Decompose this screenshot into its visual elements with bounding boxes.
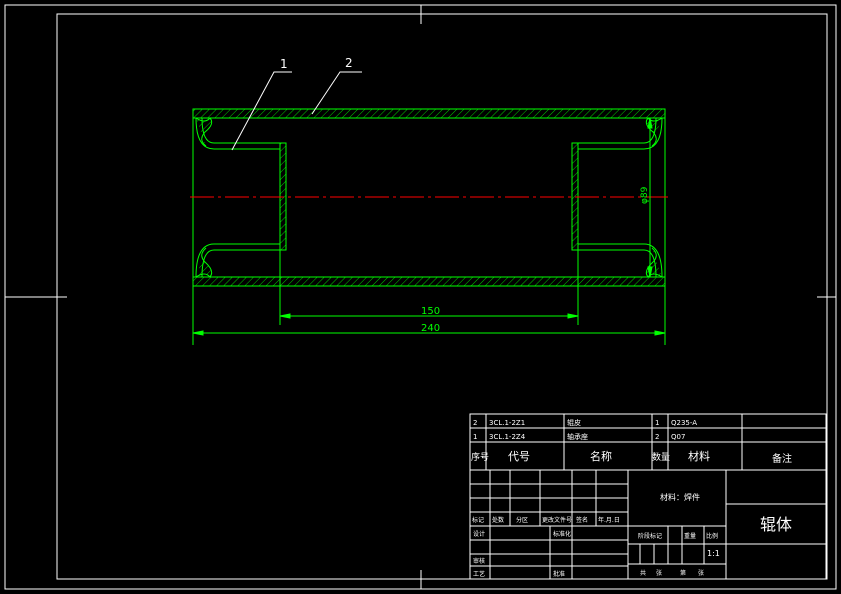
bom-row1-name: 辊皮 [567,418,581,427]
tb-sign: 签名 [576,516,588,524]
bom-header-name: 名称 [590,449,612,463]
tb-ratio: 比例 [706,532,718,540]
bom-row1-qty: 1 [655,419,659,427]
tb-zone: 分区 [516,516,528,524]
bom-header-material: 材料 [688,449,710,463]
bom-row2-code: 3CL.1-2Z4 [489,433,526,441]
bom-header-no: 序号 [471,451,489,463]
callout-2: 2 [345,56,353,70]
tb-standard: 标准化 [553,530,571,538]
bom-row1-no: 2 [473,419,477,427]
tb-material-note: 材料：焊件 [660,492,700,502]
tb-review: 审核 [473,557,485,565]
callout-1: 1 [280,57,288,71]
tb-mark: 标记 [472,516,484,524]
tb-count: 处数 [492,516,504,524]
bom-row1-code: 3CL.1-2Z1 [489,419,525,427]
dim-inner-150: 150 [421,306,440,317]
dim-overall-240: 240 [421,323,440,334]
tb-sheet-no: 第 [680,569,686,577]
bom-row2-name: 轴承座 [567,432,588,441]
bom-row2-no: 1 [473,433,477,441]
tb-approve: 批准 [553,570,565,578]
part-name: 辊体 [760,515,792,534]
center-marks [5,5,836,589]
bom-header-qty: 数量 [652,451,670,463]
drawing-frame [56,13,828,580]
bom-row2-material: Q07 [671,433,685,441]
tb-sheet-unit2: 张 [698,569,704,577]
tb-design: 设计 [473,530,485,538]
tb-process: 工艺 [473,570,485,578]
bom-header-remark: 备注 [772,452,792,465]
sheet-border [4,4,837,590]
tb-stage: 阶段标记 [638,532,662,540]
bom-header-code: 代号 [508,450,530,463]
tb-sheet-unit1: 张 [656,569,662,577]
tb-sheet-total: 共 [640,569,646,577]
bom-row1-material: Q235-A [671,419,697,427]
tb-docno: 更改文件号 [542,516,572,524]
tb-weight: 重量 [684,532,696,540]
bom-row2-qty: 2 [655,433,659,441]
tb-scale: 1:1 [707,549,720,558]
dim-diameter: φ89 [640,186,650,204]
tb-date: 年.月.日 [598,516,620,524]
cad-drawing: 1 2 150 240 φ89 2 3CL.1-2Z1 辊皮 1 Q235-A … [4,4,837,590]
